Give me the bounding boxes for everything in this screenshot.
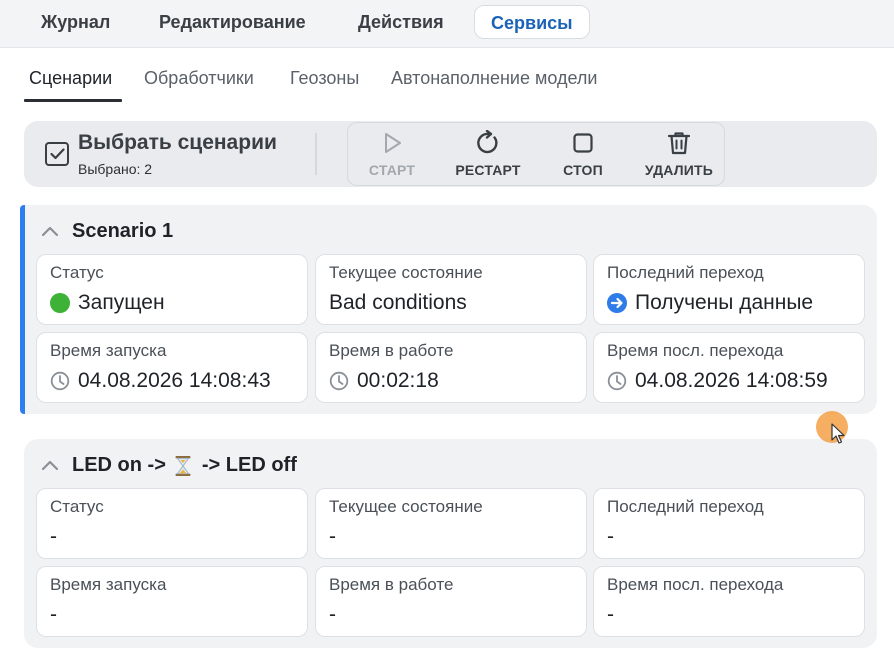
start-time-value: -	[50, 603, 57, 626]
scenario-title-part1: LED on ->	[72, 454, 166, 476]
start-button-label: СТАРТ	[368, 162, 416, 178]
subtab-model-autofill[interactable]: Автонаполнение модели	[391, 68, 597, 89]
uptime-cell: Время в работе -	[315, 566, 587, 637]
stop-button[interactable]: СТОП	[543, 130, 623, 178]
clock-icon	[607, 371, 627, 391]
restart-icon	[477, 130, 498, 154]
arrow-right-circle-icon	[607, 293, 627, 313]
last-transition-value: Получены данные	[635, 291, 814, 314]
last-transition-time-value: -	[607, 603, 614, 626]
mouse-pointer-icon	[831, 423, 845, 444]
restart-button-label: РЕСТАРТ	[455, 162, 521, 178]
status-label: Статус	[50, 497, 104, 516]
start-time-label: Время запуска	[50, 341, 167, 360]
status-value: Запущен	[78, 291, 165, 314]
active-subtab-indicator	[24, 99, 122, 102]
last-transition-time-cell: Время посл. перехода -	[593, 566, 865, 637]
status-value: -	[50, 525, 57, 548]
subtab-scenarios[interactable]: Сценарии	[29, 68, 112, 89]
scenario-title[interactable]: Scenario 1	[72, 220, 173, 243]
start-time-value: 04.08.2026 14:08:43	[78, 369, 271, 392]
last-transition-time-cell: Время посл. перехода 04.08.2026 14:08:59	[593, 332, 865, 403]
uptime-value: -	[329, 603, 336, 626]
last-transition-cell: Последний переход -	[593, 488, 865, 559]
last-transition-cell: Последний переход Получены данные	[593, 254, 865, 325]
start-time-cell: Время запуска -	[36, 566, 308, 637]
start-time-value-row: 04.08.2026 14:08:43	[50, 369, 271, 393]
last-transition-value: -	[607, 525, 614, 548]
status-cell: Статус Запущен	[36, 254, 308, 325]
restart-button[interactable]: РЕСТАРТ	[448, 130, 528, 178]
scenario-title-part2: -> LED off	[201, 454, 297, 476]
select-scenarios-checkbox[interactable]	[45, 142, 69, 166]
uptime-label: Время в работе	[329, 341, 454, 360]
delete-button-label: УДАЛИТЬ	[644, 162, 714, 178]
chevron-up-icon[interactable]	[40, 457, 60, 473]
start-time-label: Время запуска	[50, 575, 167, 594]
subtab-handlers[interactable]: Обработчики	[144, 68, 254, 89]
uptime-cell: Время в работе 00:02:18	[315, 332, 587, 403]
last-transition-time-value-row: 04.08.2026 14:08:59	[607, 369, 828, 393]
subtab-geozones[interactable]: Геозоны	[290, 68, 359, 89]
chevron-up-icon[interactable]	[40, 223, 60, 239]
start-time-cell: Время запуска 04.08.2026 14:08:43	[36, 332, 308, 403]
stop-button-label: СТОП	[563, 162, 603, 178]
uptime-value: 00:02:18	[357, 369, 439, 392]
current-state-value: -	[329, 525, 336, 548]
last-transition-label: Последний переход	[607, 497, 764, 516]
check-icon	[50, 148, 65, 160]
last-transition-time-label: Время посл. перехода	[607, 341, 784, 360]
uptime-value-row: 00:02:18	[329, 369, 439, 393]
top-menu-bar: Журнал Редактирование Действия Сервисы	[0, 0, 894, 48]
delete-button[interactable]: УДАЛИТЬ	[639, 130, 719, 178]
last-transition-time-label: Время посл. перехода	[607, 575, 784, 594]
current-state-value: Bad conditions	[329, 291, 467, 314]
last-transition-value-row: Получены данные	[607, 291, 813, 315]
current-state-cell: Текущее состояние Bad conditions	[315, 254, 587, 325]
running-status-icon	[50, 293, 70, 313]
start-button[interactable]: СТАРТ	[352, 130, 432, 178]
stop-icon	[573, 133, 593, 153]
status-value-row: Запущен	[50, 291, 165, 315]
scenario-title[interactable]: LED on -> -> LED off	[72, 454, 297, 477]
tab-actions[interactable]: Действия	[342, 5, 460, 39]
select-scenarios-title[interactable]: Выбрать сценарии	[78, 131, 277, 155]
clock-icon	[329, 371, 349, 391]
current-state-label: Текущее состояние	[329, 263, 483, 282]
play-icon	[385, 133, 401, 153]
trash-icon	[667, 132, 691, 155]
tab-journal[interactable]: Журнал	[25, 5, 126, 39]
clock-icon	[50, 371, 70, 391]
current-state-label: Текущее состояние	[329, 497, 483, 516]
uptime-label: Время в работе	[329, 575, 454, 594]
toolbar-divider	[315, 133, 317, 175]
current-state-cell: Текущее состояние -	[315, 488, 587, 559]
hourglass-icon	[175, 455, 191, 476]
tab-services[interactable]: Сервисы	[474, 5, 590, 39]
tab-editing[interactable]: Редактирование	[143, 5, 322, 39]
last-transition-time-value: 04.08.2026 14:08:59	[635, 369, 828, 392]
status-cell: Статус -	[36, 488, 308, 559]
status-label: Статус	[50, 263, 104, 282]
selected-count: Выбрано: 2	[78, 161, 153, 177]
last-transition-label: Последний переход	[607, 263, 764, 282]
